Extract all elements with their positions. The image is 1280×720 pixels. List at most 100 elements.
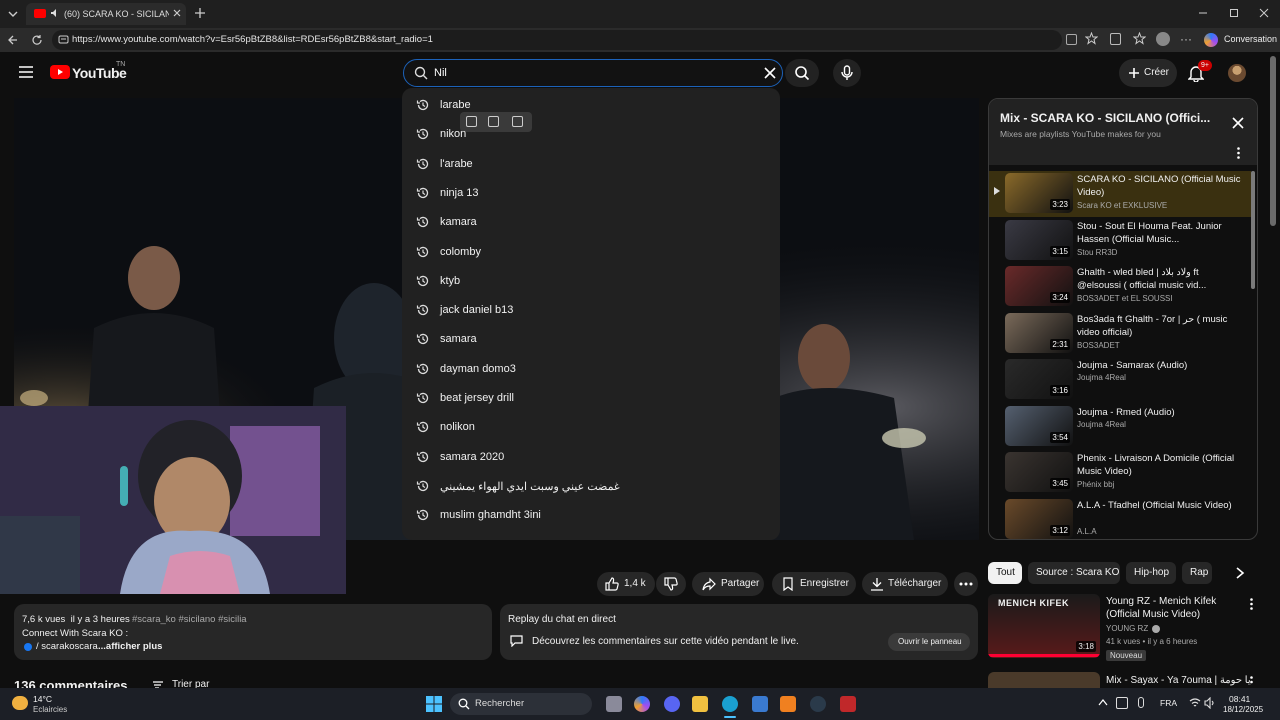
search-suggestion[interactable]: dayman domo3	[402, 356, 780, 385]
copilot-app-icon[interactable]	[634, 696, 650, 712]
profile-avatar[interactable]	[1156, 32, 1170, 46]
file-explorer-icon[interactable]	[692, 696, 708, 712]
playlist-item[interactable]: 3:16 Joujma - Samarax (Audio) Joujma 4Real	[989, 357, 1251, 403]
star-favorite-icon[interactable]	[1085, 32, 1098, 45]
language-indicator[interactable]: FRA	[1160, 698, 1177, 708]
show-more-link[interactable]: ...afficher plus	[98, 641, 162, 652]
search-input[interactable]: Nil	[434, 67, 447, 79]
refresh-button[interactable]	[31, 34, 43, 46]
playlist-item[interactable]: 3:45 Phenix - Livraison A Domicile (Offic…	[989, 450, 1251, 496]
wifi-icon[interactable]	[1189, 697, 1201, 709]
steam-icon[interactable]	[810, 696, 826, 712]
search-suggestion[interactable]: غمضت عيني وسبت ايدي الهواء يمشيني	[402, 473, 780, 502]
playlist-item[interactable]: 3:54 Joujma - Rmed (Audio) Joujma 4Real	[989, 404, 1251, 450]
hashtags[interactable]: #scara_ko #sicilano #sicilia	[132, 614, 247, 625]
save-label: Enregistrer	[800, 578, 849, 589]
recommended-menu-icon-2[interactable]	[1250, 676, 1253, 688]
notifications-button[interactable]: 9+	[1188, 60, 1212, 84]
audio-icon[interactable]	[50, 8, 60, 18]
voice-search-button[interactable]	[833, 59, 861, 87]
search-suggestion[interactable]: larabe	[402, 92, 780, 121]
recommended-item-2[interactable]: Mix - Sayax - Ya 7ouma | يا حومة	[988, 672, 1258, 688]
more-actions-button[interactable]	[954, 572, 978, 596]
tab-close-icon[interactable]	[172, 8, 182, 18]
save-button[interactable]: Enregistrer	[772, 572, 856, 596]
download-button[interactable]: Télécharger	[862, 572, 948, 596]
search-box[interactable]: Nil	[403, 59, 783, 87]
clock-date[interactable]: 18/12/2025	[1223, 705, 1263, 714]
mic-tray-icon[interactable]	[1138, 697, 1144, 708]
page-scrollbar[interactable]	[1270, 56, 1276, 226]
playlist-thumbnail: 2:31	[1005, 312, 1073, 353]
task-view-icon[interactable]	[606, 696, 622, 712]
filter-chip[interactable]: Source : Scara KO	[1028, 562, 1120, 584]
share-button[interactable]: Partager	[692, 572, 764, 596]
search-suggestion[interactable]: colomby	[402, 239, 780, 268]
vlc-icon[interactable]	[780, 696, 796, 712]
search-suggestion[interactable]: muslim ghamdht 3ini	[402, 502, 780, 531]
start-button[interactable]	[426, 696, 442, 712]
dislike-button[interactable]	[656, 572, 686, 596]
playlist-item[interactable]: 3:15 Stou - Sout El Houma Feat. Junior Ha…	[989, 218, 1251, 264]
search-suggestion[interactable]: beat jersey drill	[402, 385, 780, 414]
minimize-button[interactable]	[1198, 8, 1208, 18]
playlist-menu-icon[interactable]	[1237, 147, 1240, 159]
filter-chip[interactable]: Tout	[988, 562, 1022, 584]
close-window-button[interactable]	[1259, 8, 1269, 18]
social-link[interactable]: / scarakoscara	[36, 641, 98, 652]
history-icon	[416, 479, 430, 493]
more-menu-icon[interactable]: ···	[1180, 32, 1192, 46]
playlist-item[interactable]: 3:23 SCARA KO - SICILANO (Official Music …	[989, 171, 1251, 217]
filter-chip[interactable]: Rap	[1182, 562, 1212, 584]
copilot-button[interactable]: Conversation	[1202, 30, 1277, 50]
url-bar[interactable]: https://www.youtube.com/watch?v=Esr56pBt…	[52, 30, 1062, 50]
playlist-scrollbar[interactable]	[1251, 171, 1255, 289]
playlist-item[interactable]: 3:24 Ghalth - wled bled | ولاد بلاد ft @e…	[989, 264, 1251, 310]
recommended-menu-icon[interactable]	[1250, 598, 1253, 610]
playlist-item-channel: Joujma 4Real	[1077, 373, 1126, 382]
search-suggestion[interactable]: nolikon	[402, 414, 780, 443]
close-playlist-button[interactable]	[1232, 117, 1244, 129]
maximize-button[interactable]	[1229, 8, 1239, 18]
back-button[interactable]	[7, 34, 19, 46]
volume-icon[interactable]	[1204, 697, 1216, 709]
edge-browser-icon[interactable]	[722, 696, 738, 712]
search-suggestion[interactable]: samara 2020	[402, 444, 780, 473]
store-icon[interactable]	[752, 696, 768, 712]
new-tab-button[interactable]	[194, 7, 206, 19]
playlist-item[interactable]: 3:12 A.L.A - Tfadhel (Official Music Vide…	[989, 497, 1251, 540]
clock-time[interactable]: 08:41	[1229, 694, 1250, 704]
extensions-icon[interactable]	[1110, 33, 1121, 45]
search-suggestion[interactable]: nikon	[402, 121, 780, 150]
clear-search-icon[interactable]	[764, 67, 776, 79]
account-avatar[interactable]	[1228, 64, 1246, 82]
browser-tab-active[interactable]: (60) SCARA KO - SICILANO (O	[26, 3, 186, 25]
taskbar-search[interactable]: Rechercher	[450, 693, 592, 715]
guide-menu-button[interactable]	[18, 65, 34, 79]
network-icon[interactable]	[1116, 697, 1128, 709]
search-suggestion[interactable]: l'arabe	[402, 151, 780, 180]
tab-actions-button[interactable]	[6, 7, 20, 21]
reader-view-icon[interactable]	[1066, 34, 1077, 45]
search-suggestion[interactable]: ninja 13	[402, 180, 780, 209]
tray-overflow-icon[interactable]	[1098, 698, 1108, 706]
recommended-item[interactable]: MENICH KIFEK 3:18 Young RZ - Menich Kife…	[988, 594, 1258, 661]
description-box[interactable]: 7,6 k vues il y a 3 heures #scara_ko #si…	[14, 604, 492, 660]
search-button[interactable]	[785, 59, 819, 87]
discord-icon[interactable]	[664, 696, 680, 712]
site-info-icon[interactable]	[58, 34, 69, 45]
playlist-item[interactable]: 2:31 Bos3ada ft Ghalth - 7or | حر ( music…	[989, 311, 1251, 357]
weather-icon[interactable]	[12, 696, 28, 710]
like-button[interactable]: 1,4 k	[597, 572, 655, 596]
search-suggestion[interactable]: ktyb	[402, 268, 780, 297]
search-suggestion[interactable]: samara	[402, 326, 780, 355]
search-suggestion[interactable]: kamara	[402, 209, 780, 238]
chips-next-button[interactable]	[1234, 566, 1246, 580]
obs-icon[interactable]	[840, 696, 856, 712]
filter-chip[interactable]: Hip-hop	[1126, 562, 1176, 584]
youtube-logo[interactable]: YouTube TN	[50, 61, 130, 82]
search-suggestion[interactable]: jack daniel b13	[402, 297, 780, 326]
favorites-icon[interactable]	[1133, 32, 1146, 45]
open-chat-button[interactable]: Ouvrir le panneau	[888, 633, 970, 651]
create-button[interactable]: Créer	[1119, 59, 1177, 87]
